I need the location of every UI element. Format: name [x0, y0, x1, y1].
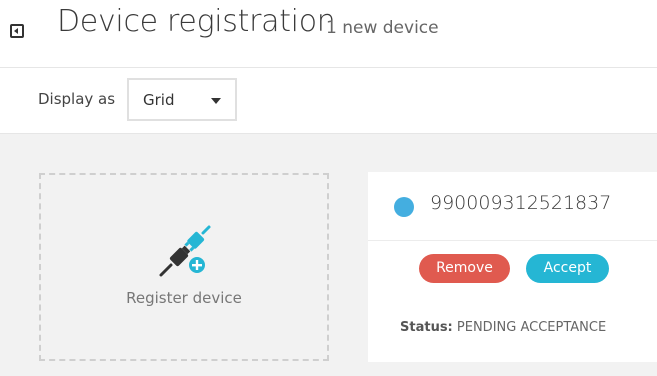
device-grid: Register device 990009312521837 Remove A… — [0, 134, 657, 376]
display-toolbar: Display as Grid — [0, 68, 657, 134]
device-status-dot — [394, 197, 414, 217]
new-device-count: 1 new device — [326, 18, 439, 38]
status-key: Status: — [400, 320, 453, 335]
remove-button[interactable]: Remove — [419, 254, 510, 283]
device-id: 990009312521837 — [430, 192, 612, 214]
display-mode-value: Grid — [143, 91, 175, 109]
collapse-left-icon[interactable] — [10, 24, 24, 38]
caret-down-icon — [211, 98, 221, 104]
display-mode-select[interactable]: Grid — [127, 78, 237, 121]
register-device-tile[interactable]: Register device — [39, 173, 329, 361]
register-device-label: Register device — [126, 289, 242, 307]
page-title: Device registration — [57, 4, 336, 39]
card-divider — [368, 240, 657, 241]
accept-button[interactable]: Accept — [526, 254, 609, 283]
page-header: Device registration 1 new device — [0, 0, 657, 68]
display-as-label: Display as — [38, 90, 116, 108]
device-card: 990009312521837 Remove Accept Status: PE… — [368, 172, 657, 362]
device-status: Status: PENDING ACCEPTANCE — [400, 320, 606, 335]
status-value: PENDING ACCEPTANCE — [456, 320, 607, 335]
plug-add-icon — [159, 225, 211, 277]
